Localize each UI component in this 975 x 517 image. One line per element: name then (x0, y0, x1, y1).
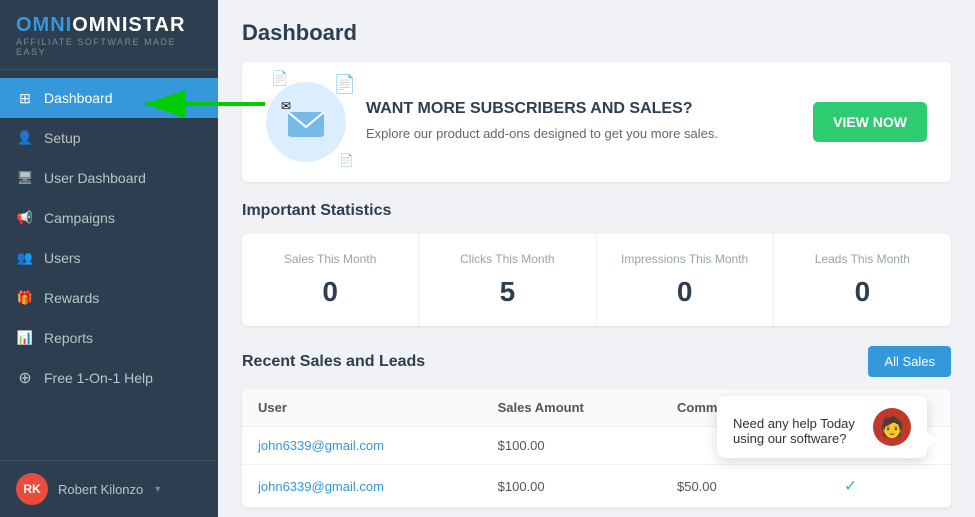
sales-amount-cell: $100.00 (482, 465, 661, 508)
commission-cell: $50.00 (661, 465, 828, 508)
chat-bubble: Need any help Today using our software? … (717, 396, 927, 458)
dashboard-icon: ⊞ (16, 89, 34, 107)
stats-section-title: Important Statistics (242, 202, 951, 220)
promo-description: Explore our product add-ons designed to … (366, 124, 793, 144)
user-profile[interactable]: RK Robert Kilonzo ▾ (0, 460, 218, 517)
sidebar-item-dashboard[interactable]: ⊞ Dashboard (0, 78, 218, 118)
stats-grid: Sales This Month 0 Clicks This Month 5 I… (242, 234, 951, 326)
sidebar-item-reports[interactable]: 📊 Reports (0, 318, 218, 358)
stat-leads: Leads This Month 0 (774, 234, 951, 326)
stat-label-impressions: Impressions This Month (617, 252, 753, 266)
support-avatar: 🧑 (873, 408, 911, 446)
promo-icon: ✉ 📄 📄 📄 (266, 82, 346, 162)
table-row: john6339@gmail.com $100.00 $50.00 ✓ (242, 465, 951, 508)
sidebar-item-label: Campaigns (44, 210, 115, 226)
user-link[interactable]: john6339@gmail.com (242, 465, 482, 508)
logo-tagline: AFFILIATE SOFTWARE MADE EASY (16, 37, 202, 57)
rewards-icon: 🎁 (16, 289, 34, 307)
col-header-sales-amount: Sales Amount (482, 389, 661, 427)
main-content: Dashboard ✉ 📄 📄 📄 WANT MORE SUBSCRIBERS … (218, 0, 975, 517)
monitor-icon: 🖥 (16, 169, 34, 187)
stat-value-clicks: 5 (439, 276, 575, 308)
amount-cell: ✓ (828, 465, 951, 508)
recent-sales-title: Recent Sales and Leads (242, 353, 425, 371)
sidebar-item-setup[interactable]: 👤 Setup (0, 118, 218, 158)
logo: OMNIOMNISTAR AFFILIATE SOFTWARE MADE EAS… (0, 0, 218, 70)
all-sales-button[interactable]: All Sales (868, 346, 951, 377)
setup-icon: 👤 (16, 129, 34, 147)
user-link[interactable]: john6339@gmail.com (242, 427, 482, 465)
sidebar-item-free-help[interactable]: ⊕ Free 1-On-1 Help (0, 358, 218, 398)
stat-clicks: Clicks This Month 5 (419, 234, 596, 326)
chevron-down-icon: ▾ (155, 484, 160, 495)
sidebar-item-label: Rewards (44, 290, 99, 306)
stat-label-clicks: Clicks This Month (439, 252, 575, 266)
sidebar-item-label: Free 1-On-1 Help (44, 370, 153, 386)
sidebar-item-campaigns[interactable]: 📢 Campaigns (0, 198, 218, 238)
sidebar-item-label: Dashboard (44, 90, 113, 106)
sidebar-item-label: Users (44, 250, 81, 266)
avatar: RK (16, 473, 48, 505)
stat-label-leads: Leads This Month (794, 252, 931, 266)
sidebar: OMNIOMNISTAR AFFILIATE SOFTWARE MADE EAS… (0, 0, 218, 517)
sidebar-item-rewards[interactable]: 🎁 Rewards (0, 278, 218, 318)
view-now-button[interactable]: VIEW NOW (813, 102, 927, 142)
stat-impressions: Impressions This Month 0 (597, 234, 774, 326)
page-title: Dashboard (242, 20, 951, 46)
sidebar-item-label: User Dashboard (44, 170, 146, 186)
promo-text: WANT MORE SUBSCRIBERS AND SALES? Explore… (366, 100, 793, 144)
recent-sales-header: Recent Sales and Leads All Sales (242, 346, 951, 377)
stat-value-impressions: 0 (617, 276, 753, 308)
sidebar-item-label: Reports (44, 330, 93, 346)
sidebar-item-users[interactable]: 👥 Users (0, 238, 218, 278)
user-name: Robert Kilonzo (58, 482, 143, 497)
col-header-user: User (242, 389, 482, 427)
promo-headline: WANT MORE SUBSCRIBERS AND SALES? (366, 100, 793, 118)
stat-value-leads: 0 (794, 276, 931, 308)
help-icon: ⊕ (16, 369, 34, 387)
promo-banner: ✉ 📄 📄 📄 WANT MORE SUBSCRIBERS AND SALES?… (242, 62, 951, 182)
sidebar-nav: ⊞ Dashboard 👤 Setup 🖥 User Dashboard 📢 C… (0, 70, 218, 460)
sales-table-container: User Sales Amount Commission Amount john… (242, 389, 951, 508)
svg-text:✉: ✉ (281, 99, 291, 113)
sidebar-item-label: Setup (44, 130, 81, 146)
megaphone-icon: 📢 (16, 209, 34, 227)
chat-arrow-icon (927, 432, 939, 448)
chat-bubble-text: Need any help Today using our software? (733, 416, 855, 446)
stat-value-sales: 0 (262, 276, 398, 308)
reports-icon: 📊 (16, 329, 34, 347)
stat-label-sales: Sales This Month (262, 252, 398, 266)
brand-name: OMNISTAR (72, 14, 185, 36)
users-icon: 👥 (16, 249, 34, 267)
sales-amount-cell: $100.00 (482, 427, 661, 465)
sidebar-item-user-dashboard[interactable]: 🖥 User Dashboard (0, 158, 218, 198)
stat-sales: Sales This Month 0 (242, 234, 419, 326)
